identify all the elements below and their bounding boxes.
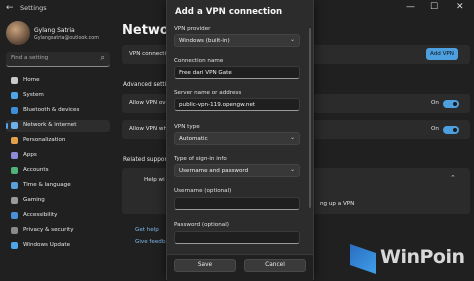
home-icon xyxy=(11,77,18,84)
bluetooth-icon xyxy=(11,107,18,114)
sidebar-item-gaming[interactable]: Gaming xyxy=(6,195,110,207)
server-address-value: public-vpn-119.opengw.net xyxy=(179,102,256,108)
vpn-type-select[interactable]: Automatic ⌄ xyxy=(174,132,300,145)
sidebar-item-label: Accounts xyxy=(23,167,49,173)
shield-icon xyxy=(11,227,18,234)
sidebar-item-label: Time & language xyxy=(23,182,71,188)
person-icon xyxy=(11,167,18,174)
user-email: Gylangsatria@outlook.com xyxy=(34,36,99,41)
password-label: Password (optional) xyxy=(174,222,229,228)
cancel-button[interactable]: Cancel xyxy=(244,259,306,272)
vpn-provider-value: Windows (built-in) xyxy=(179,38,230,44)
sidebar-item-accessibility[interactable]: Accessibility xyxy=(6,210,110,222)
vpn-provider-label: VPN provider xyxy=(174,26,211,32)
chevron-down-icon: ⌄ xyxy=(289,134,295,141)
allow-vpn-roaming-label: Allow VPN whi xyxy=(129,126,169,132)
password-input[interactable] xyxy=(174,231,300,244)
sidebar-item-windows-update[interactable]: Windows Update xyxy=(6,240,110,252)
chevron-up-icon[interactable]: ⌃ xyxy=(450,174,456,182)
allow-vpn-metered-label: Allow VPN ove xyxy=(129,100,170,106)
search-icon: ⌕ xyxy=(100,53,105,62)
gamepad-icon xyxy=(11,197,18,204)
accessibility-icon xyxy=(11,212,18,219)
user-name: Gylang Satria xyxy=(34,27,75,34)
sidebar-item-label: Accessibility xyxy=(23,212,58,218)
related-support-heading: Related support xyxy=(123,157,170,163)
minimize-button[interactable]: — xyxy=(406,2,415,12)
sidebar-item-time-language[interactable]: Time & language xyxy=(6,180,110,192)
help-with-vpn-label: Help wi xyxy=(144,177,165,183)
system-icon xyxy=(11,92,18,99)
save-button[interactable]: Save xyxy=(174,259,236,272)
close-button[interactable]: ✕ xyxy=(456,2,464,12)
globe-icon xyxy=(11,182,18,189)
brush-icon xyxy=(11,137,18,144)
sidebar-item-privacy[interactable]: Privacy & security xyxy=(6,225,110,237)
vpn-provider-select[interactable]: Windows (built-in) ⌄ xyxy=(174,34,300,47)
sidebar-item-label: System xyxy=(23,92,44,98)
search-input[interactable]: Find a setting ⌕ xyxy=(6,52,110,67)
sidebar-item-label: Windows Update xyxy=(23,242,71,248)
setting-up-vpn-link[interactable]: ng up a VPN xyxy=(320,201,354,207)
avatar[interactable] xyxy=(6,21,30,45)
dialog-scrollbar[interactable] xyxy=(309,28,311,208)
toggle-state-label: On xyxy=(431,100,439,106)
back-icon[interactable]: ← xyxy=(6,3,14,13)
sidebar-item-label: Home xyxy=(23,77,40,83)
server-address-label: Server name or address xyxy=(174,90,242,96)
chevron-down-icon: ⌄ xyxy=(289,36,295,43)
network-icon xyxy=(11,122,18,129)
sidebar-item-bluetooth[interactable]: Bluetooth & devices xyxy=(6,105,110,117)
search-placeholder: Find a setting xyxy=(11,55,49,61)
signin-info-label: Type of sign-in info xyxy=(174,156,227,162)
sidebar-item-apps[interactable]: Apps xyxy=(6,150,110,162)
sidebar-item-network[interactable]: Network & internet xyxy=(6,120,110,132)
allow-vpn-metered-toggle[interactable] xyxy=(443,100,459,108)
add-vpn-dialog: Add a VPN connection VPN provider Window… xyxy=(166,0,314,281)
selection-indicator xyxy=(6,123,8,129)
logo-text: WinPoin xyxy=(380,246,465,268)
logo-mark-icon xyxy=(350,244,376,274)
server-address-input[interactable]: public-vpn-119.opengw.net xyxy=(174,98,300,111)
username-input[interactable] xyxy=(174,197,300,210)
sidebar-item-label: Gaming xyxy=(23,197,45,203)
dialog-title: Add a VPN connection xyxy=(175,7,283,17)
maximize-button[interactable]: ☐ xyxy=(430,2,438,12)
sidebar-item-home[interactable]: Home xyxy=(6,75,110,87)
allow-vpn-roaming-toggle[interactable] xyxy=(443,126,459,134)
vpn-type-label: VPN type xyxy=(174,124,200,130)
toggle-state-label: On xyxy=(431,126,439,132)
settings-window: ← Settings — ☐ ✕ Gylang Satria Gylangsat… xyxy=(0,0,474,281)
signin-info-value: Username and password xyxy=(179,168,249,174)
username-label: Username (optional) xyxy=(174,188,232,194)
connection-name-label: Connection name xyxy=(174,58,224,64)
window-title: Settings xyxy=(20,4,47,12)
signin-info-select[interactable]: Username and password ⌄ xyxy=(174,164,300,177)
connection-name-value: Free dari VPN Gate xyxy=(179,70,232,76)
sidebar-item-accounts[interactable]: Accounts xyxy=(6,165,110,177)
chevron-down-icon: ⌄ xyxy=(289,166,295,173)
vpn-type-value: Automatic xyxy=(179,136,208,142)
sidebar-item-system[interactable]: System xyxy=(6,90,110,102)
apps-icon xyxy=(11,152,18,159)
sidebar-item-label: Bluetooth & devices xyxy=(23,107,80,113)
sidebar-item-label: Personalization xyxy=(23,137,66,143)
sidebar-item-label: Apps xyxy=(23,152,37,158)
sidebar-item-personalization[interactable]: Personalization xyxy=(6,135,110,147)
update-icon xyxy=(11,242,18,249)
get-help-link[interactable]: Get help xyxy=(135,227,159,233)
sidebar-item-label: Privacy & security xyxy=(23,227,74,233)
sidebar-item-label: Network & internet xyxy=(23,122,77,128)
add-vpn-button[interactable]: Add VPN xyxy=(426,48,458,60)
connection-name-input[interactable]: Free dari VPN Gate xyxy=(174,66,300,79)
